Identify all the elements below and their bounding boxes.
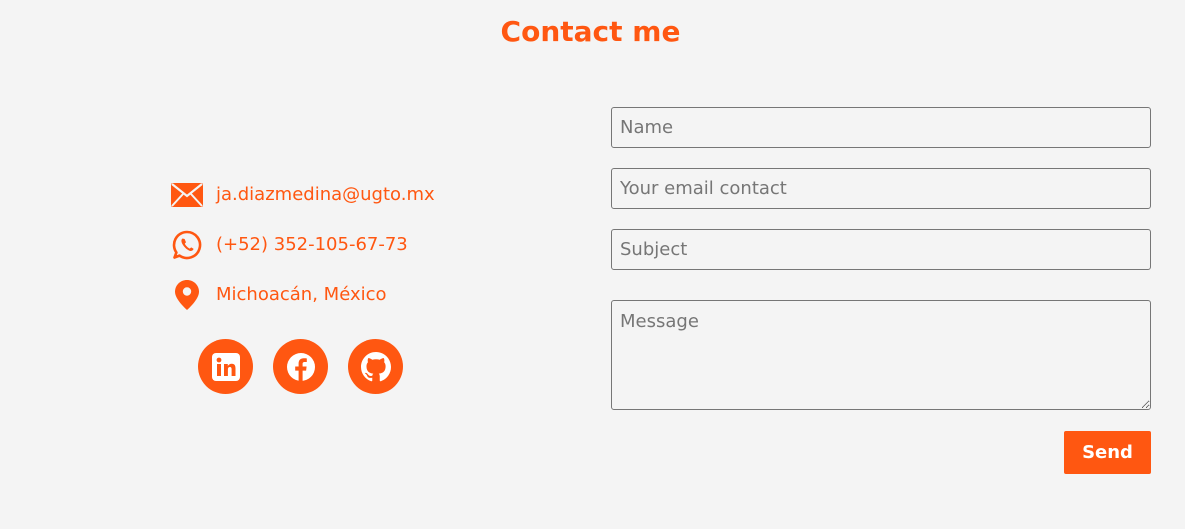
github-icon: [360, 351, 391, 382]
contact-info: ja.diazmedina@ugto.mx (+52) 352-105-67-7…: [170, 178, 435, 328]
email-row: ja.diazmedina@ugto.mx: [170, 178, 435, 212]
phone-text[interactable]: (+52) 352-105-67-73: [216, 234, 408, 256]
email-text[interactable]: ja.diazmedina@ugto.mx: [216, 184, 435, 206]
page-title: Contact me: [500, 15, 681, 48]
map-pin-icon: [170, 278, 204, 312]
facebook-button[interactable]: [273, 339, 328, 394]
whatsapp-icon: [170, 228, 204, 262]
message-textarea[interactable]: [611, 300, 1151, 410]
facebook-icon: [286, 352, 316, 382]
linkedin-button[interactable]: [198, 339, 253, 394]
send-button[interactable]: Send: [1064, 431, 1151, 474]
send-row: Send: [611, 431, 1151, 474]
contact-form: Send: [611, 107, 1151, 474]
github-button[interactable]: [348, 339, 403, 394]
name-input[interactable]: [611, 107, 1151, 148]
location-row: Michoacán, México: [170, 278, 435, 312]
email-input[interactable]: [611, 168, 1151, 209]
social-links: [198, 339, 423, 394]
subject-input[interactable]: [611, 229, 1151, 270]
linkedin-icon: [211, 352, 240, 381]
location-text: Michoacán, México: [216, 284, 387, 305]
phone-row: (+52) 352-105-67-73: [170, 228, 435, 262]
envelope-icon: [170, 178, 204, 212]
